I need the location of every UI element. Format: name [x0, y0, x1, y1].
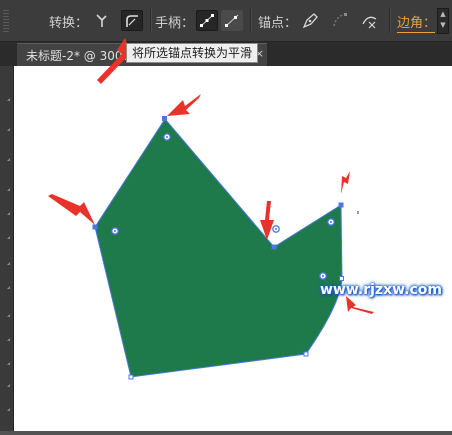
watermark: www.rjzxw.com: [320, 282, 442, 298]
anchor-point-right: [339, 276, 344, 281]
handle-dot: [166, 136, 168, 138]
anchor-point-left: [92, 224, 98, 230]
anchor-point-right-top: [338, 202, 344, 208]
arrow-to-right-anchor: [341, 171, 350, 194]
anchor-point-middle: [271, 244, 277, 250]
arrow-to-left-anchor: [48, 194, 95, 225]
handle-dot: [114, 230, 116, 232]
arrow-to-top-anchor: [167, 94, 201, 116]
green-shape[interactable]: [94, 118, 343, 378]
anchor-point-bottom-left: [128, 374, 134, 380]
stray-mark: [357, 211, 359, 214]
handle-dot: [275, 228, 277, 230]
tooltip: 将所选锚点转换为平滑: [126, 43, 259, 63]
handle-dot: [330, 221, 332, 223]
anchor-point-top: [162, 116, 167, 121]
anchor-point-bottom-right: [303, 351, 309, 357]
canvas-artwork: [48, 38, 374, 380]
arrow-bottom-right: [346, 296, 374, 314]
handle-dot: [322, 275, 324, 277]
